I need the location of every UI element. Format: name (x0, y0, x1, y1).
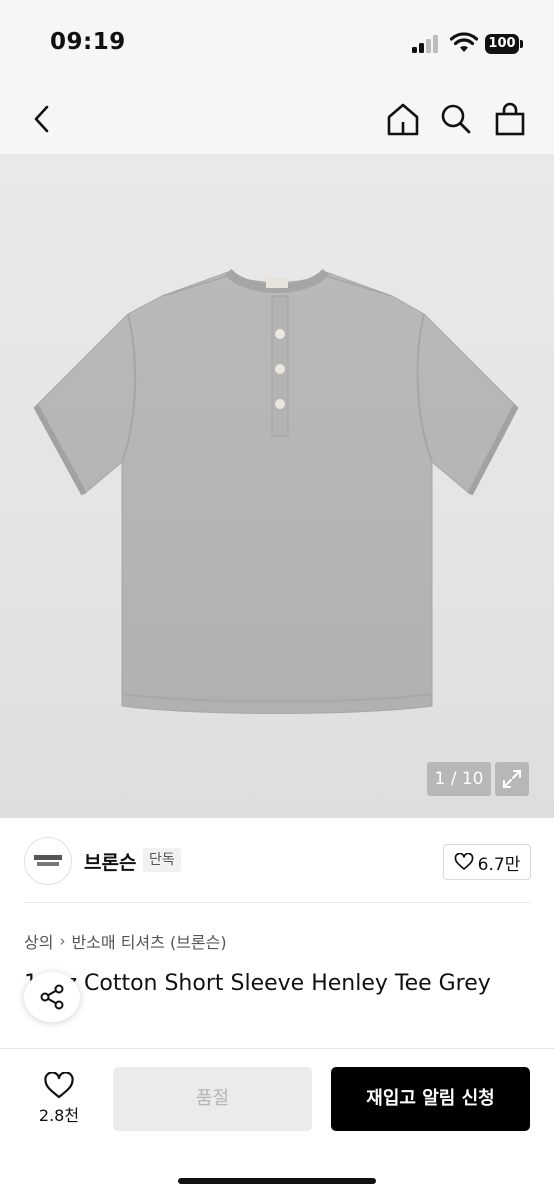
soldout-button: 품절 (113, 1067, 312, 1131)
search-icon (441, 104, 471, 134)
exclusive-badge: 단독 (143, 848, 181, 872)
top-nav (0, 88, 554, 154)
wish-count: 2.8천 (38, 1106, 80, 1125)
chevron-right-icon: › (59, 932, 66, 950)
brand-logo[interactable] (24, 837, 72, 885)
breadcrumb: 상의 › 반소매 티셔츠 (브론슨) (24, 929, 227, 953)
status-bar: 09:19 100 (0, 0, 554, 88)
shopping-bag-icon (495, 102, 525, 136)
product-image[interactable] (0, 154, 554, 818)
image-counter: 1 / 10 (427, 762, 491, 796)
wifi-icon (449, 32, 479, 54)
battery-level: 100 (485, 34, 519, 54)
home-indicator (178, 1178, 376, 1184)
breadcrumb-item[interactable]: 반소매 티셔츠 (브론슨) (71, 929, 226, 953)
expand-icon (503, 770, 521, 788)
wish-button[interactable]: 2.8천 (24, 1068, 94, 1130)
signal-icon (412, 35, 442, 53)
share-button[interactable] (24, 972, 80, 1022)
brand-like-button[interactable]: 6.7만 (443, 844, 531, 880)
brand-name[interactable]: 브론슨 (84, 848, 136, 875)
cart-button[interactable] (490, 96, 530, 142)
expand-button[interactable] (495, 762, 529, 796)
brand-like-count: 6.7만 (477, 854, 521, 875)
back-button[interactable] (22, 96, 62, 142)
henley-tshirt-image (33, 268, 519, 714)
divider (24, 902, 530, 903)
search-button[interactable] (436, 96, 476, 142)
chevron-left-icon (34, 105, 49, 133)
breadcrumb-item[interactable]: 상의 (24, 929, 53, 953)
brand-logo-icon (34, 855, 62, 866)
heart-icon (44, 1072, 74, 1099)
status-time: 09:19 (50, 29, 126, 55)
heart-icon (454, 853, 474, 870)
home-icon (387, 103, 419, 136)
restock-alert-button[interactable]: 재입고 알림 신청 (331, 1067, 530, 1131)
home-button[interactable] (383, 96, 423, 142)
share-icon (40, 984, 64, 1010)
battery-icon: 100 (485, 34, 525, 54)
product-title: 10oz Cotton Short Sleeve Henley Tee Grey (24, 971, 491, 996)
